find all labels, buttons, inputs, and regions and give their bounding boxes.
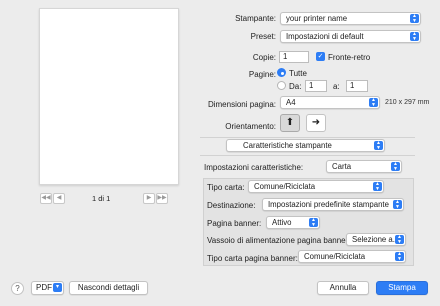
banner-paper-value: Comune/Riciclata (304, 252, 366, 261)
copies-label: Copie: (252, 53, 276, 62)
orientation-label: Orientamento: (225, 122, 276, 131)
pages-range-radio[interactable] (277, 81, 286, 90)
paper-size-value: A4 (286, 98, 296, 107)
cancel-button[interactable]: Annulla (317, 281, 369, 295)
printer-value: your printer name (286, 14, 348, 23)
orientation-control: ⬆ ➜ (280, 114, 330, 132)
copies-field[interactable]: 1 (279, 51, 309, 63)
feature-set-select[interactable]: Carta ▲ ▼ (326, 160, 402, 173)
section-select[interactable]: Caratteristiche stampante ▲ ▼ (226, 139, 385, 152)
chevron-updown-icon: ▲ ▼ (395, 252, 404, 261)
pdf-menu-button[interactable]: PDF ▾ (31, 281, 64, 295)
preset-label: Preset: (250, 32, 276, 41)
destination-select[interactable]: Impostazioni predefinite stampante ▲ ▼ (262, 198, 404, 211)
page-counter: 1 di 1 (92, 194, 111, 203)
chevron-updown-icon: ▲ ▼ (410, 14, 419, 23)
feature-set-value: Carta (332, 162, 352, 171)
chevron-updown-icon: ▲ ▼ (309, 218, 318, 227)
section-value: Caratteristiche stampante (243, 141, 332, 150)
page-navigator: ◀◀ ◀ 1 di 1 ▶ ▶▶ (40, 193, 168, 205)
banner-tray-value: Selezione a... (352, 235, 400, 244)
pages-from-field[interactable]: 1 (305, 80, 327, 92)
duplex-checkbox[interactable]: ✓ (316, 52, 325, 61)
banner-paper-select[interactable]: Comune/Riciclata ▲ ▼ (298, 250, 406, 263)
pdf-label: PDF (36, 283, 52, 292)
banner-tray-label: Vassoio di alimentazione pagina banner: (207, 236, 351, 245)
preset-select[interactable]: Impostazioni di default ▲ ▼ (280, 30, 421, 43)
chevron-updown-icon: ▲ ▼ (393, 200, 402, 209)
page-preview (39, 8, 179, 185)
paper-type-label: Tipo carta: (207, 183, 245, 192)
pages-all-label: Tutte (289, 69, 307, 78)
chevron-updown-icon: ▲ ▼ (391, 162, 400, 171)
first-page-button[interactable]: ◀◀ (40, 193, 52, 204)
next-page-button[interactable]: ▶ (143, 193, 155, 204)
chevron-updown-icon: ▲ ▼ (369, 98, 378, 107)
feature-set-label: Impostazioni caratteristiche: (204, 163, 304, 172)
chevron-updown-icon: ▲ ▼ (410, 32, 419, 41)
paper-type-select[interactable]: Comune/Riciclata ▲ ▼ (248, 180, 384, 193)
chevron-updown-icon: ▲ ▼ (395, 235, 404, 244)
printer-select[interactable]: your printer name ▲ ▼ (280, 12, 421, 25)
pages-from-label: Da: (289, 82, 302, 91)
previous-page-button[interactable]: ◀ (53, 193, 65, 204)
help-button[interactable]: ? (11, 282, 24, 295)
duplex-label: Fronte-retro (328, 53, 371, 62)
banner-label: Pagina banner: (207, 219, 262, 228)
pages-label: Pagine: (248, 70, 276, 79)
chevron-updown-icon: ▲ ▼ (374, 141, 383, 150)
portrait-icon[interactable]: ⬆ (280, 114, 300, 132)
paper-size-dims: 210 x 297 mm (385, 99, 430, 106)
pages-to-field[interactable]: 1 (346, 80, 368, 92)
printer-label: Stampante: (235, 14, 276, 23)
pages-all-radio[interactable] (277, 68, 286, 77)
landscape-icon[interactable]: ➜ (306, 114, 326, 132)
paper-size-select[interactable]: A4 ▲ ▼ (280, 96, 380, 109)
banner-value: Attivo (272, 218, 292, 227)
print-button[interactable]: Stampa (376, 281, 428, 295)
divider (200, 137, 415, 138)
preset-value: Impostazioni di default (286, 32, 364, 41)
chevron-updown-icon: ▲ ▼ (373, 182, 382, 191)
banner-paper-label: Tipo carta pagina banner: (207, 254, 298, 263)
destination-label: Destinazione: (207, 201, 256, 210)
destination-value: Impostazioni predefinite stampante (268, 200, 389, 209)
paper-type-value: Comune/Riciclata (254, 182, 316, 191)
hide-details-button[interactable]: Nascondi dettagli (69, 281, 148, 295)
paper-size-label: Dimensioni pagina: (207, 100, 276, 109)
divider (200, 155, 415, 156)
pages-to-label: a: (333, 82, 340, 91)
last-page-button[interactable]: ▶▶ (156, 193, 168, 204)
banner-select[interactable]: Attivo ▲ ▼ (266, 216, 320, 229)
chevron-down-icon: ▾ (53, 283, 62, 292)
banner-tray-select[interactable]: Selezione a... ▲ ▼ (346, 233, 406, 246)
